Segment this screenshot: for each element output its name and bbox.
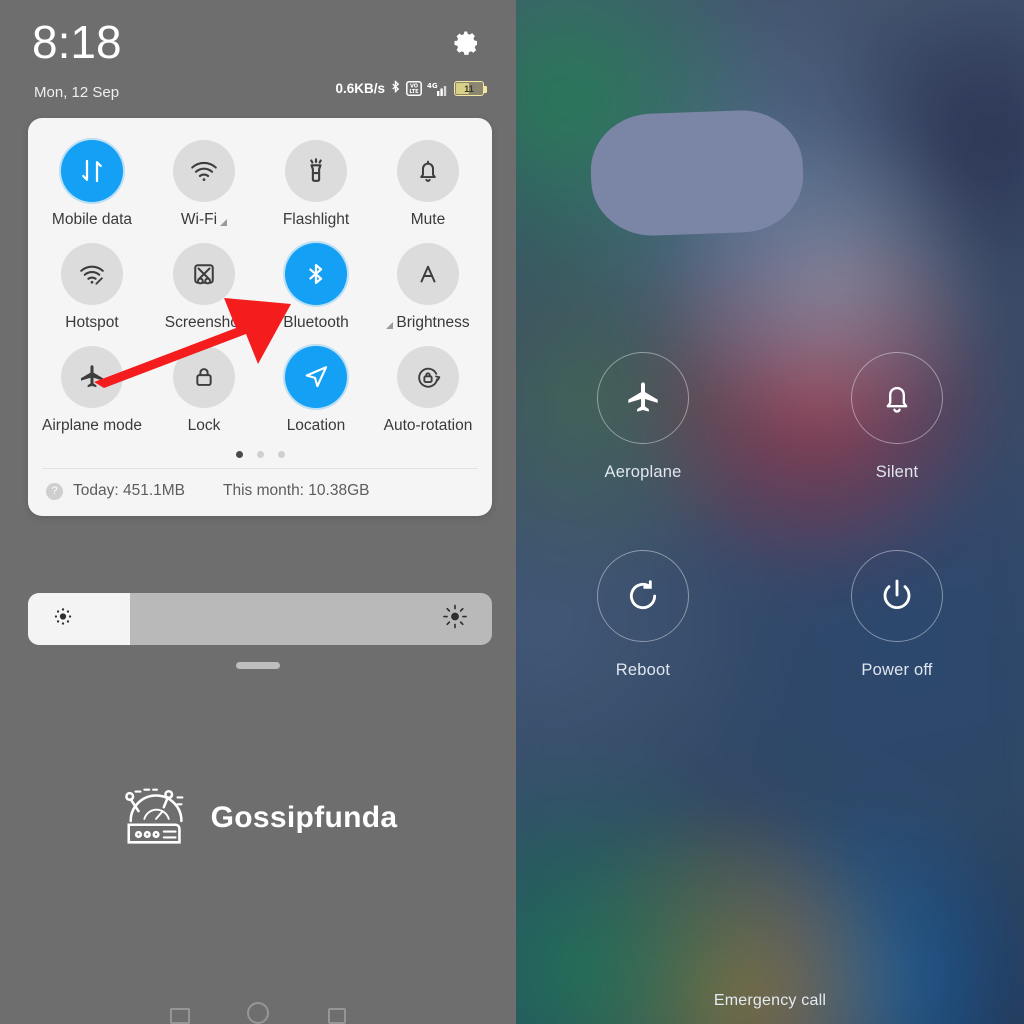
bluetooth-icon <box>285 243 347 305</box>
qs-label-lock: Lock <box>187 417 221 434</box>
lock-icon <box>173 346 235 408</box>
qs-label-mute: Mute <box>410 211 446 228</box>
qs-label-screenshot: Screenshot <box>164 314 244 331</box>
power-option-aeroplane[interactable]: Aeroplane <box>516 352 770 482</box>
power-label-power-off: Power off <box>861 661 933 679</box>
qs-label-flashlight: Flashlight <box>282 211 350 228</box>
power-option-silent[interactable]: Silent <box>770 352 1024 482</box>
battery-percent: 11 <box>464 83 474 94</box>
notification-shade: 8:18 Mon, 12 Sep 0.6KB/s VO LTE 4G 11 Mo… <box>22 8 494 1024</box>
privacy-redaction-blob <box>588 108 806 238</box>
svg-text:LTE: LTE <box>409 89 419 95</box>
gossipfunda-logo-icon <box>119 776 197 859</box>
brightness-slider-fill <box>28 593 131 645</box>
svg-text:4G: 4G <box>427 82 438 90</box>
qs-tile-auto-rotation[interactable]: Auto-rotation <box>372 338 484 441</box>
qs-label-brightness: Brightness <box>386 314 470 332</box>
quick-settings-grid: Mobile data Wi-Fi Flashlight Mute Hotspo… <box>36 132 484 441</box>
rotation-lock-icon <box>397 346 459 408</box>
chevron-expand-icon[interactable] <box>220 218 228 226</box>
qs-label-auto-rotation: Auto-rotation <box>383 417 473 434</box>
data-usage-today: Today: 451.1MB <box>73 482 186 499</box>
qs-tile-airplane-mode[interactable]: Airplane mode <box>36 338 148 441</box>
page-dot-3[interactable] <box>277 451 285 458</box>
qs-label-hotspot: Hotspot <box>65 314 119 331</box>
watermark: Gossipfunda <box>22 776 494 859</box>
clock-time: 8:18 <box>32 16 122 68</box>
wifi-icon <box>173 140 235 202</box>
network-speed-text: 0.6KB/s <box>335 81 385 96</box>
info-icon: ? <box>46 482 63 500</box>
qs-tile-screenshot[interactable]: Screenshot <box>148 235 260 338</box>
brightness-a-icon <box>397 243 459 305</box>
data-usage-row[interactable]: ? Today: 451.1MB This month: 10.38GB <box>36 469 484 516</box>
recents-hint[interactable] <box>170 1008 190 1024</box>
hotspot-icon <box>61 243 123 305</box>
qs-tile-flashlight[interactable]: Flashlight <box>260 132 372 235</box>
brightness-slider[interactable] <box>28 593 492 645</box>
status-bar-icons: 0.6KB/s VO LTE 4G 11 <box>335 80 487 97</box>
qs-tile-brightness[interactable]: Brightness <box>372 235 484 338</box>
quick-settings-card: Mobile data Wi-Fi Flashlight Mute Hotspo… <box>28 118 492 516</box>
qs-tile-wifi[interactable]: Wi-Fi <box>148 132 260 235</box>
home-hint[interactable] <box>247 1002 269 1024</box>
location-icon <box>285 346 347 408</box>
qs-label-mobile-data: Mobile data <box>51 211 133 228</box>
gear-icon[interactable] <box>452 28 482 58</box>
brightness-low-icon <box>52 606 74 633</box>
gear-icon-svg <box>454 31 477 55</box>
qs-tile-mute[interactable]: Mute <box>372 132 484 235</box>
navigation-bar-hints <box>22 1002 494 1024</box>
battery-indicator: 11 <box>454 81 487 96</box>
power-label-aeroplane: Aeroplane <box>604 463 682 481</box>
chevron-expand-icon[interactable] <box>386 321 394 329</box>
power-icon <box>851 550 943 642</box>
mobile-data-icon <box>61 140 123 202</box>
vowifi-icon: VO LTE <box>406 81 422 96</box>
power-label-reboot: Reboot <box>615 661 671 679</box>
airplane-icon <box>61 346 123 408</box>
qs-label-location: Location <box>286 417 346 434</box>
airplane-icon <box>597 352 689 444</box>
power-option-reboot[interactable]: Reboot <box>516 550 770 680</box>
reboot-icon <box>597 550 689 642</box>
brightness-high-icon <box>442 604 468 635</box>
emergency-call-link[interactable]: Emergency call <box>516 992 1024 1010</box>
4g-signal-icon: 4G <box>427 81 449 97</box>
qs-tile-mobile-data[interactable]: Mobile data <box>36 132 148 235</box>
bell-icon <box>397 140 459 202</box>
page-dot-2[interactable] <box>256 451 264 458</box>
power-menu: Aeroplane Silent Reboot Power off <box>516 352 1024 680</box>
qs-tile-location[interactable]: Location <box>260 338 372 441</box>
power-label-silent: Silent <box>875 463 919 481</box>
screenshot-icon <box>173 243 235 305</box>
bell-icon <box>851 352 943 444</box>
data-usage-month: This month: 10.38GB <box>223 482 370 499</box>
clock-date: Mon, 12 Sep <box>34 84 120 101</box>
qs-label-bluetooth: Bluetooth <box>283 314 349 331</box>
page-dot-1[interactable] <box>235 451 243 458</box>
qs-tile-bluetooth[interactable]: Bluetooth <box>260 235 372 338</box>
qs-tile-lock[interactable]: Lock <box>148 338 260 441</box>
quick-settings-page-dots[interactable] <box>36 441 484 468</box>
qs-label-airplane-mode: Airplane mode <box>42 417 142 434</box>
power-option-power-off[interactable]: Power off <box>770 550 1024 680</box>
bluetooth-icon <box>390 80 401 97</box>
screenshot-root: 8:18 Mon, 12 Sep 0.6KB/s VO LTE 4G 11 Mo… <box>0 0 1024 1024</box>
back-hint[interactable] <box>328 1008 346 1024</box>
shade-header: 8:18 Mon, 12 Sep 0.6KB/s VO LTE 4G 11 <box>32 18 488 118</box>
flashlight-icon <box>285 140 347 202</box>
qs-tile-hotspot[interactable]: Hotspot <box>36 235 148 338</box>
left-phone-screen: 8:18 Mon, 12 Sep 0.6KB/s VO LTE 4G 11 Mo… <box>0 0 516 1024</box>
watermark-text: Gossipfunda <box>210 800 398 834</box>
qs-label-wifi: Wi-Fi <box>181 211 228 229</box>
panel-drag-handle[interactable] <box>236 662 280 669</box>
right-phone-screen: Aeroplane Silent Reboot Power off Emerge… <box>516 0 1024 1024</box>
